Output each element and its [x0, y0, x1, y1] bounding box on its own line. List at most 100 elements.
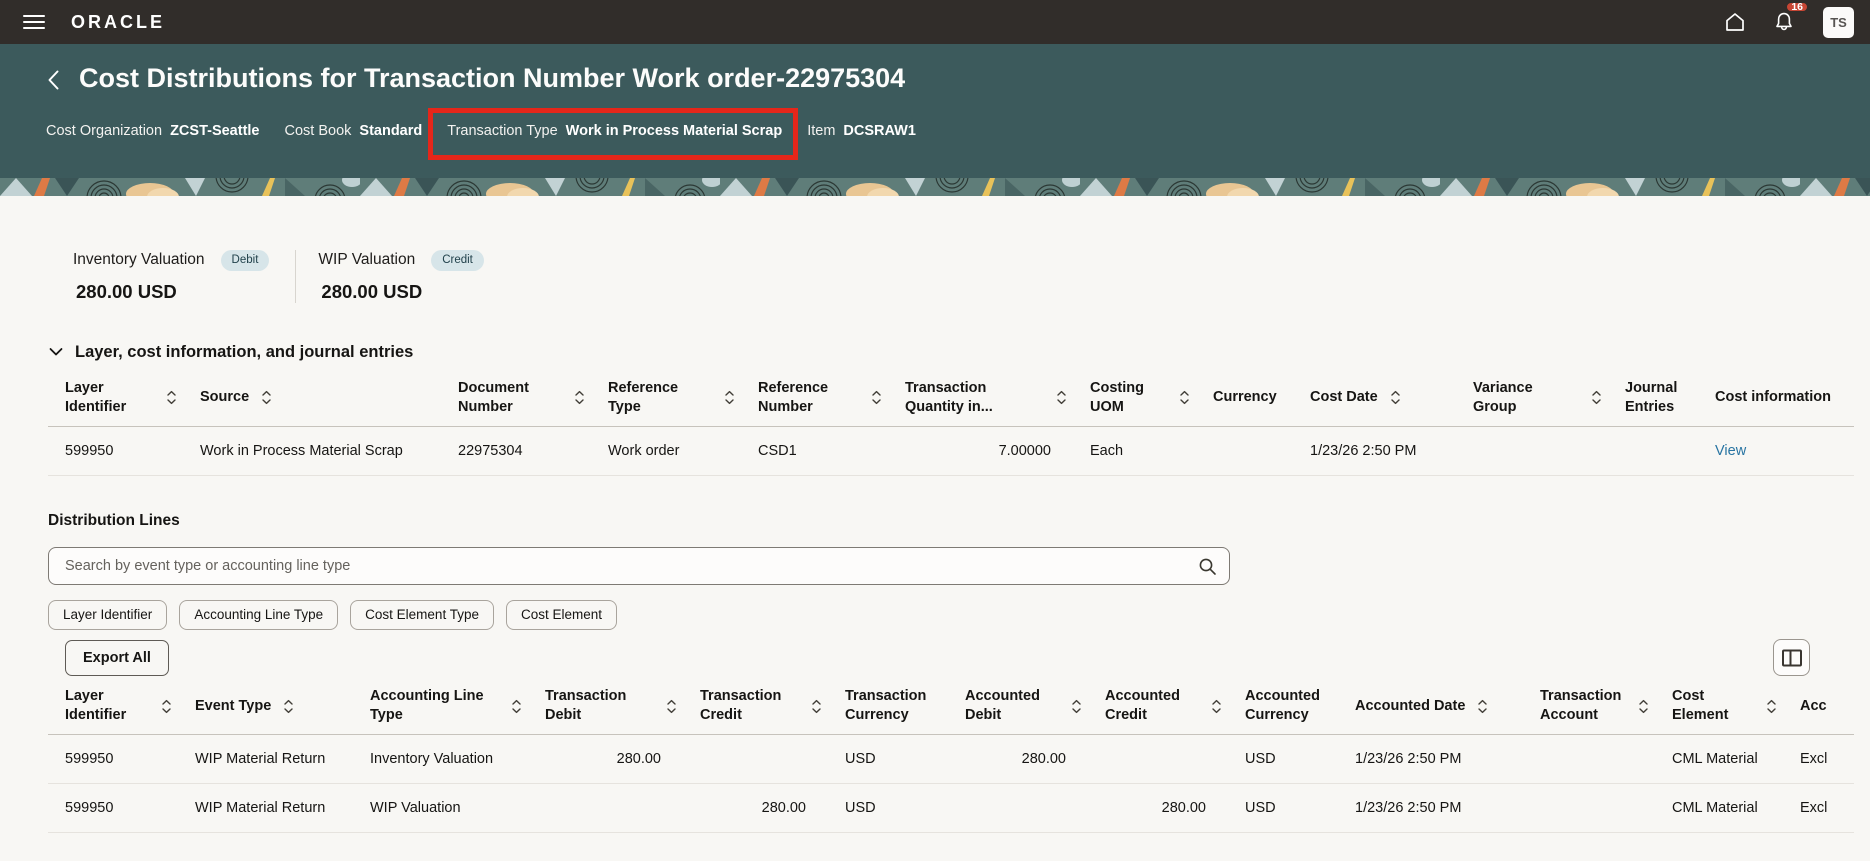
layer-table-cell-reference-type: Work order: [591, 426, 741, 476]
menu-hamburger-icon[interactable]: [23, 14, 45, 30]
sort-icon: [725, 391, 734, 405]
column-label: Transaction Currency: [845, 688, 927, 724]
column-label: Acc: [1800, 697, 1827, 714]
column-label: Transaction Quantity in...: [905, 379, 993, 415]
search-icon[interactable]: [1198, 557, 1217, 576]
column-label: Layer Identifier: [65, 379, 127, 415]
column-label: Event Type: [195, 697, 272, 714]
distribution-table-col-accounted-credit[interactable]: Accounted Credit: [1088, 682, 1228, 736]
layer-table-row-1: 599950 Work in Process Material Scrap 2297…: [48, 426, 1854, 476]
column-label: Source: [200, 389, 250, 406]
notifications-button[interactable]: 16: [1770, 1, 1809, 36]
distribution-table-cell-transaction-currency: USD: [828, 783, 948, 834]
meta-label: Transaction Type: [447, 123, 558, 139]
sort-icon: [512, 699, 521, 714]
card-value: 280.00 USD: [76, 280, 177, 302]
column-label: Transaction Debit: [545, 688, 627, 724]
layer-table-col-document-number[interactable]: Document Number: [441, 373, 591, 427]
export-all-button[interactable]: Export All: [65, 639, 169, 676]
distribution-table-cell-transaction-credit: [683, 734, 828, 785]
sort-icon: [812, 699, 821, 714]
layer-section-toggle[interactable]: Layer, cost information, and journal ent…: [48, 343, 413, 362]
layer-table-cell-document-number: 22975304: [441, 426, 591, 476]
main-content: Inventory Valuation Debit 280.00 USD WIP Va…: [0, 250, 1870, 834]
layer-table-col-layer-identifier[interactable]: Layer Identifier: [48, 373, 183, 427]
page-title: Cost Distributions for Transaction Numbe…: [79, 63, 906, 93]
home-button[interactable]: [1721, 8, 1749, 36]
distribution-table-col-transaction-account[interactable]: Transaction Account: [1523, 682, 1655, 736]
distribution-table: Layer Identifier Event Type Accounting Lin…: [48, 682, 1854, 834]
layer-table-col-cost-date[interactable]: Cost Date: [1293, 373, 1456, 427]
distribution-table-col-event-type[interactable]: Event Type: [178, 682, 353, 736]
search-bar: [48, 546, 1230, 585]
distribution-table-col-accounting-line-type[interactable]: Accounting Line Type: [353, 682, 528, 736]
distribution-table-col-transaction-debit[interactable]: Transaction Debit: [528, 682, 683, 736]
layer-table-col-variance-group[interactable]: Variance Group: [1456, 373, 1608, 427]
column-label: Cost Element: [1672, 688, 1729, 724]
distribution-table-cell-transaction-debit: [528, 783, 683, 834]
distribution-table-row-2: 599950 WIP Material Return WIP Valuation 28…: [48, 783, 1854, 834]
layer-table-col-reference-type[interactable]: Reference Type: [591, 373, 741, 427]
distribution-table-cell-accounted-credit: 280.00: [1088, 783, 1228, 834]
bell-icon: [1776, 12, 1792, 31]
column-label: Reference Number: [758, 379, 829, 415]
layer-section-title: Layer, cost information, and journal ent…: [75, 342, 414, 361]
distribution-table-cell-accounted-debit: [948, 783, 1088, 834]
layer-table-col-reference-number[interactable]: Reference Number: [741, 373, 888, 427]
sort-icon: [167, 391, 176, 405]
layer-table-wrap: Layer Identifier Source Document Number Ref…: [48, 373, 1854, 476]
layer-table-cell-costing-uom: Each: [1073, 426, 1196, 476]
column-label: Journal Entries: [1625, 379, 1678, 415]
filter-chip-accounting-line-type[interactable]: Accounting Line Type: [179, 599, 339, 631]
distribution-table-row-1: 599950 WIP Material Return Inventory Valua…: [48, 734, 1854, 785]
page-header: Cost Distributions for Transaction Numbe…: [0, 44, 1870, 178]
column-label: Costing UOM: [1090, 379, 1144, 415]
back-button[interactable]: [46, 66, 60, 91]
sort-icon: [1390, 391, 1400, 405]
layer-table-cell-cost-date: 1/23/26 2:50 PM: [1293, 426, 1456, 476]
distribution-table-cell-cost-element: CML Material: [1655, 734, 1783, 785]
distribution-table-wrap: Layer Identifier Event Type Accounting Lin…: [48, 682, 1854, 834]
distribution-table-col-layer-identifier[interactable]: Layer Identifier: [48, 682, 178, 736]
column-label: Reference Type: [608, 379, 679, 415]
sort-icon: [667, 699, 676, 714]
status-badge: Credit: [431, 250, 484, 271]
layer-table-col-source[interactable]: Source: [183, 373, 441, 427]
column-label: Cost information: [1715, 389, 1831, 406]
layer-table-cell-cost-information: View: [1698, 426, 1854, 476]
distribution-table-col-transaction-currency: Transaction Currency: [828, 682, 948, 736]
global-top-bar: ORACLE 16 TS: [0, 0, 1870, 44]
status-badge: Debit: [220, 250, 270, 271]
column-label: Transaction Credit: [700, 688, 782, 724]
search-input[interactable]: [48, 546, 1230, 585]
view-link[interactable]: View: [1715, 443, 1746, 459]
filter-chip-cost-element[interactable]: Cost Element: [505, 599, 618, 631]
column-label: Accounted Date: [1355, 697, 1466, 714]
header-meta: Cost Organization ZCST-Seattle Cost Book St…: [46, 108, 1854, 160]
column-label: Accounted Debit: [965, 688, 1040, 724]
filter-chip-cost-element-type[interactable]: Cost Element Type: [350, 599, 494, 631]
sort-icon: [872, 391, 881, 405]
filter-chip-layer-identifier[interactable]: Layer Identifier: [48, 599, 168, 631]
user-avatar[interactable]: TS: [1823, 6, 1854, 38]
distribution-table-cell-transaction-credit: 280.00: [683, 783, 828, 834]
distribution-table-cell-event-type: WIP Material Return: [178, 783, 353, 834]
meta-value: DCSRAW1: [843, 123, 916, 139]
card-label: WIP Valuation: [318, 251, 416, 269]
distribution-table-col-transaction-credit[interactable]: Transaction Credit: [683, 682, 828, 736]
distribution-table-cell-transaction-account: [1523, 783, 1655, 834]
sort-icon: [1478, 699, 1488, 714]
distribution-table-cell-event-type: WIP Material Return: [178, 734, 353, 785]
layer-table-col-costing-uom[interactable]: Costing UOM: [1073, 373, 1196, 427]
distribution-table-cell-transaction-currency: USD: [828, 734, 948, 785]
distribution-table-col-cost-element[interactable]: Cost Element: [1655, 682, 1783, 736]
distribution-table-col-accounted-debit[interactable]: Accounted Debit: [948, 682, 1088, 736]
sort-icon: [1639, 699, 1648, 714]
layer-table-col-transaction-quantity-in[interactable]: Transaction Quantity in...: [888, 373, 1073, 427]
manage-columns-button[interactable]: [1773, 639, 1810, 677]
distribution-table-cell-acc: Excl: [1783, 783, 1854, 834]
notification-count-badge: 16: [1785, 1, 1809, 13]
distribution-table-col-accounted-date[interactable]: Accounted Date: [1338, 682, 1523, 736]
distribution-table-cell-accounted-currency: USD: [1228, 783, 1338, 834]
distribution-lines-title: Distribution Lines: [48, 511, 180, 529]
